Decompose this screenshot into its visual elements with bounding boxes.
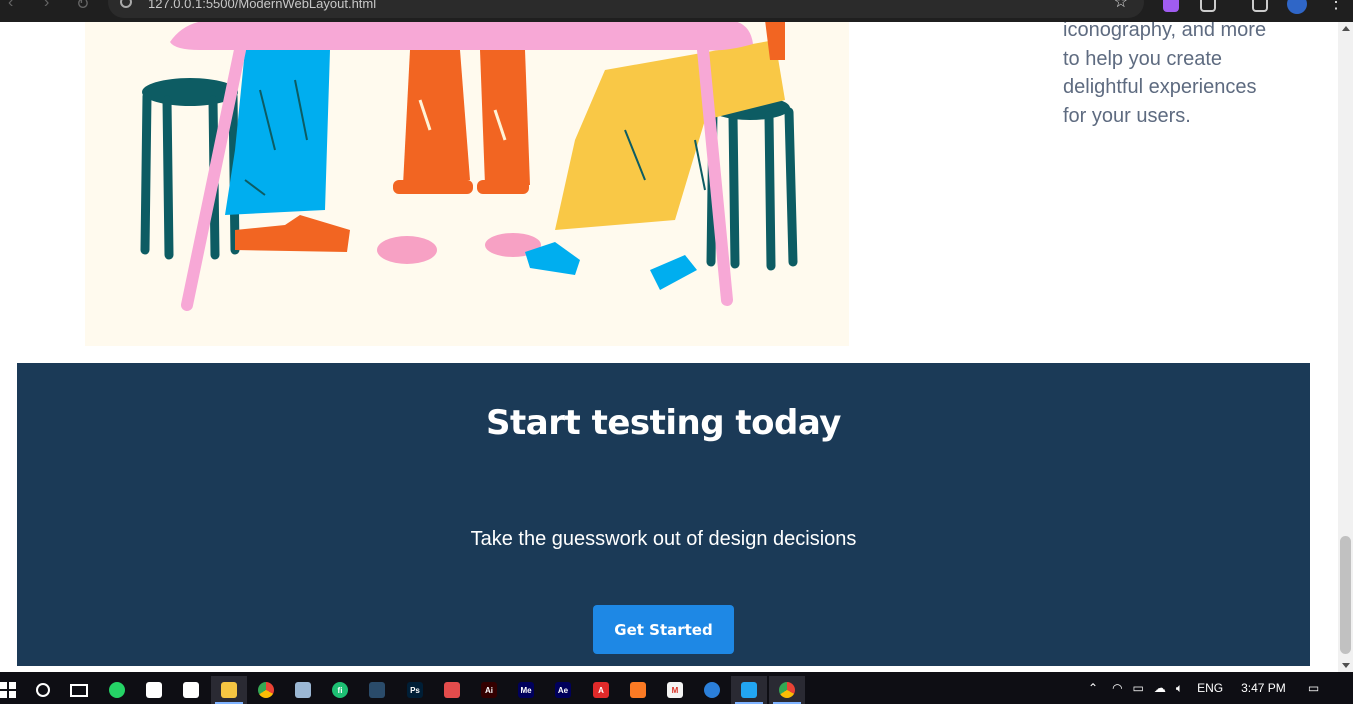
get-started-button[interactable]: Get Started	[593, 605, 734, 654]
back-icon[interactable]: ‹	[8, 0, 13, 12]
taskbar-app-gmail[interactable]: M	[657, 676, 693, 704]
scrollbar-thumb[interactable]	[1340, 536, 1351, 654]
volume-icon[interactable]: 🔈︎	[1176, 681, 1183, 696]
cortana-circle-icon	[36, 683, 50, 697]
notifications-icon[interactable]: ▭	[1308, 681, 1319, 695]
after-effects-icon: Ae	[555, 682, 571, 698]
hero-illustration	[85, 22, 849, 346]
taskbar-app-mail[interactable]	[173, 676, 209, 704]
browser-toolbar: ‹ › ↻ 127.0.0.1:5500/ModernWebLayout.htm…	[0, 0, 1353, 22]
page-scrollbar[interactable]	[1338, 22, 1353, 672]
scroll-down-arrow-icon[interactable]	[1342, 663, 1350, 668]
windows-logo-icon	[0, 682, 16, 698]
battery-icon[interactable]: ▭	[1133, 681, 1144, 695]
webpage: iconography, and more to help you create…	[0, 22, 1338, 668]
taskbar-app-acrobat[interactable]: A	[583, 676, 619, 704]
task-view-button[interactable]	[61, 676, 97, 704]
taskbar-app-photoshop[interactable]: Ps	[397, 676, 433, 704]
chrome-icon	[258, 682, 274, 698]
cta-section: Start testing today Take the guesswork o…	[17, 363, 1310, 666]
address-bar[interactable]: 127.0.0.1:5500/ModernWebLayout.html ☆	[108, 0, 1144, 18]
people-at-table-illustration	[140, 22, 798, 311]
acrobat-icon: A	[593, 682, 609, 698]
taskbar-app-media-player[interactable]	[434, 676, 470, 704]
paint-icon	[295, 682, 311, 698]
vscode-icon	[741, 682, 757, 698]
site-info-icon[interactable]	[120, 0, 132, 8]
downloads-icon[interactable]	[1252, 0, 1268, 12]
taskbar-app-fiverr[interactable]: fi	[322, 676, 358, 704]
taskbar-app-media-encoder[interactable]: Me	[508, 676, 544, 704]
start-button[interactable]	[0, 676, 26, 704]
taskbar-app-xampp[interactable]	[620, 676, 656, 704]
whatsapp-icon	[109, 682, 125, 698]
taskbar-app-chrome-active[interactable]	[769, 676, 805, 704]
show-hidden-icons-icon[interactable]: ⌃	[1088, 681, 1098, 695]
photoshop-icon: Ps	[407, 682, 423, 698]
terminal-icon	[369, 682, 385, 698]
store-icon	[146, 682, 162, 698]
mail-icon	[183, 682, 199, 698]
star-icon[interactable]: ☆	[1114, 0, 1128, 12]
feature-description: iconography, and more to help you create…	[1063, 22, 1267, 128]
scroll-up-arrow-icon[interactable]	[1342, 26, 1350, 31]
taskbar-app-vscode[interactable]	[731, 676, 767, 704]
extensions-puzzle-icon[interactable]	[1200, 0, 1216, 12]
taskbar-app-after-effects[interactable]: Ae	[545, 676, 581, 704]
windows-taskbar: fi Ps Ai Me Ae A M ⌃ ◠ ▭ ☁ 🔈︎ ENG 3:47 PM ▭	[0, 672, 1353, 704]
search-button[interactable]	[25, 676, 61, 704]
system-tray: ⌃ ◠ ▭ ☁ 🔈︎ ENG 3:47 PM ▭	[1088, 672, 1319, 704]
language-indicator[interactable]: ENG	[1197, 681, 1223, 695]
chrome-active-icon	[779, 682, 795, 698]
illustrator-icon: Ai	[481, 682, 497, 698]
media-player-icon	[444, 682, 460, 698]
cta-subtitle: Take the guesswork out of design decisio…	[470, 528, 857, 550]
taskbar-app-chrome[interactable]	[248, 676, 284, 704]
reload-icon[interactable]: ↻	[76, 0, 89, 14]
gmail-icon: M	[667, 682, 683, 698]
xampp-icon	[630, 682, 646, 698]
more-vert-icon[interactable]: ⋮	[1327, 0, 1345, 13]
forward-icon[interactable]: ›	[44, 0, 49, 12]
taskbar-app-terminal[interactable]	[359, 676, 395, 704]
file-explorer-icon	[221, 682, 237, 698]
cta-title: Start testing today	[486, 403, 841, 443]
task-view-icon	[70, 683, 88, 697]
taskbar-app-edge[interactable]	[694, 676, 730, 704]
profile-avatar[interactable]	[1287, 0, 1307, 14]
taskbar-app-paint[interactable]	[285, 676, 321, 704]
network-icon[interactable]: ☁	[1154, 681, 1166, 695]
taskbar-app-file-explorer[interactable]	[211, 676, 247, 704]
url-text[interactable]: 127.0.0.1:5500/ModernWebLayout.html	[148, 0, 376, 11]
edge-icon	[704, 682, 720, 698]
taskbar-app-store[interactable]	[136, 676, 172, 704]
wifi-icon[interactable]: ◠	[1112, 681, 1122, 695]
media-encoder-icon: Me	[518, 682, 534, 698]
extension-icon[interactable]	[1163, 0, 1179, 12]
taskbar-app-illustrator[interactable]: Ai	[471, 676, 507, 704]
fiverr-icon: fi	[332, 682, 348, 698]
taskbar-app-whatsapp[interactable]	[99, 676, 135, 704]
clock[interactable]: 3:47 PM	[1241, 681, 1286, 695]
